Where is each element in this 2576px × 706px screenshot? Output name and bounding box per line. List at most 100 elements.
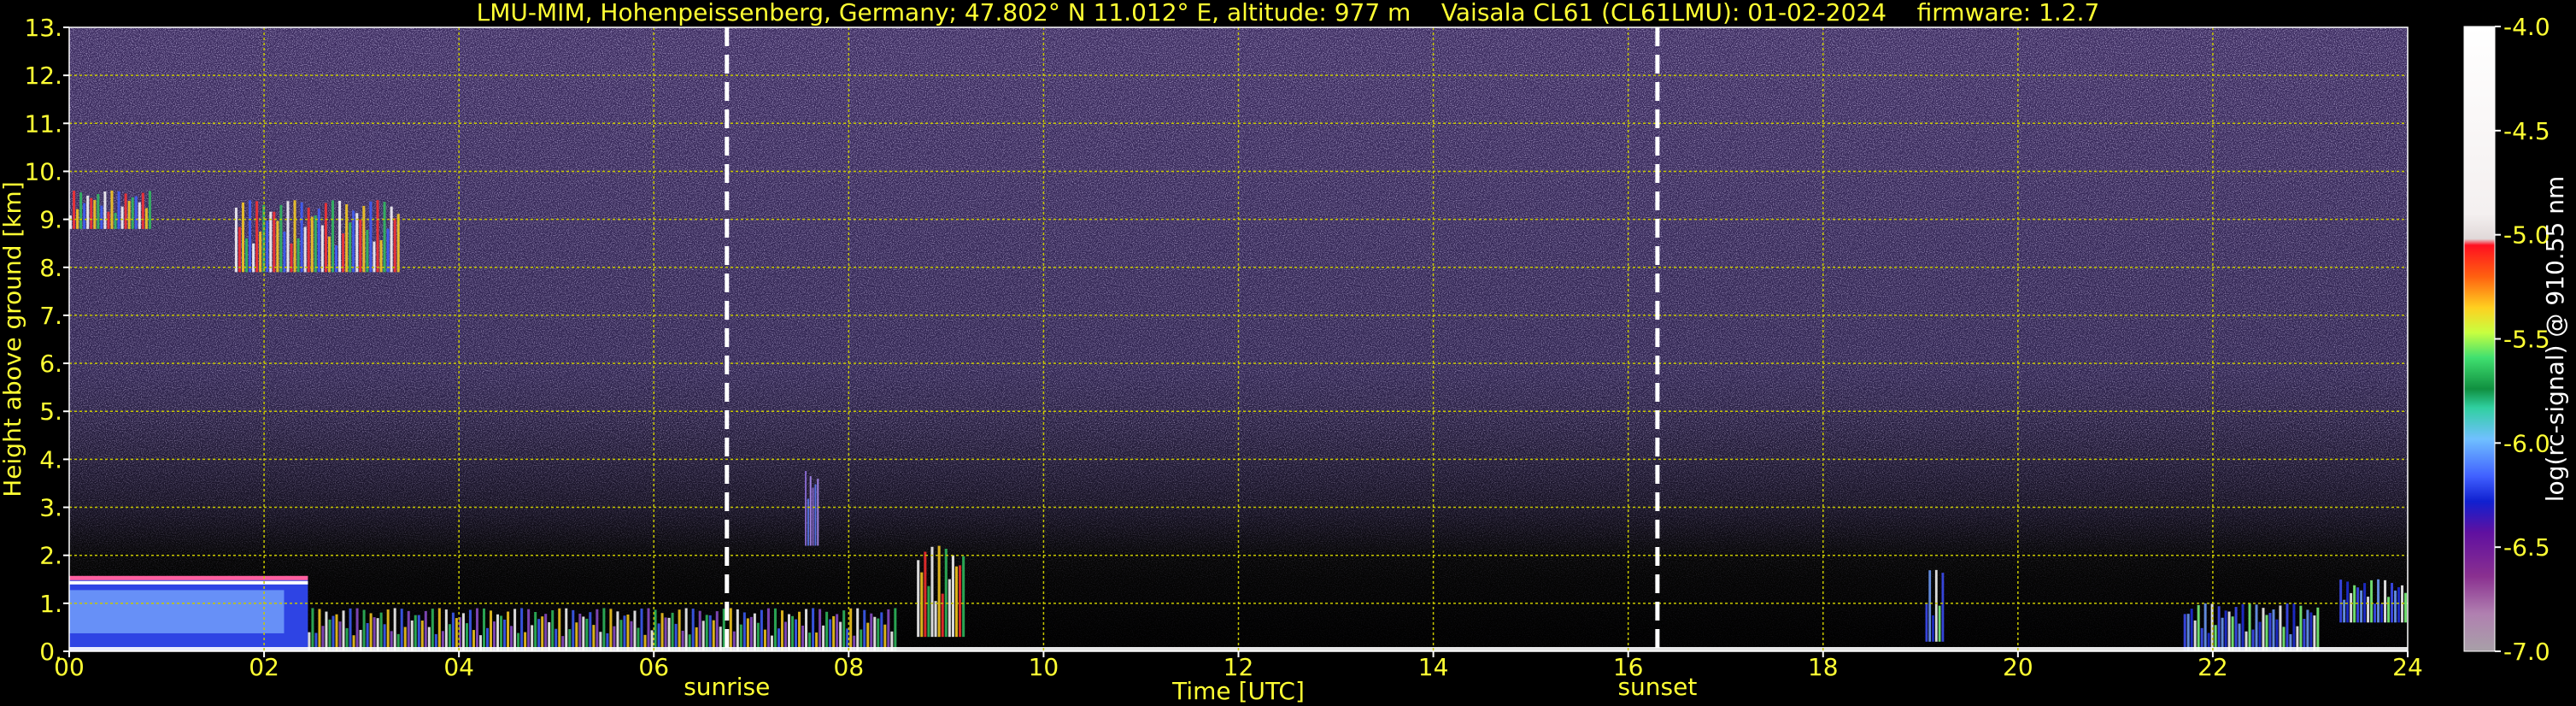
feature-stripe	[324, 203, 327, 273]
feature-stripe	[927, 585, 930, 638]
feature-stripe	[437, 608, 441, 651]
feature-stripe	[2370, 580, 2374, 623]
feature-stripe	[400, 609, 403, 651]
feature-stripe	[630, 621, 633, 651]
feature-stripe	[424, 610, 427, 651]
feature-stripe	[259, 231, 262, 273]
feature-stripe	[705, 615, 708, 651]
feature-stripe	[2272, 609, 2275, 651]
feature-stripe	[120, 206, 124, 229]
feature-stripe	[307, 207, 310, 273]
feature-stripe	[379, 612, 383, 651]
cloud-top-bright	[69, 580, 308, 585]
feature-stripe	[805, 471, 807, 546]
feature-low-cloud	[69, 575, 308, 651]
colorbar-tick-label: -4.5	[2503, 117, 2550, 145]
feature-stripe	[839, 621, 842, 651]
feature-stripe	[366, 229, 369, 273]
x-tick-label: 16	[1613, 653, 1644, 681]
feature-stripe	[609, 609, 613, 651]
feature-stripe	[468, 609, 472, 651]
feature-stripe	[2377, 579, 2380, 623]
feature-stripe	[417, 615, 420, 651]
feature-stripe	[273, 211, 276, 273]
feature-stripe	[2186, 614, 2190, 651]
feature-stripe	[944, 549, 948, 638]
y-tick-label: 6.	[39, 350, 62, 378]
feature-stripe	[798, 611, 801, 651]
feature-stripe	[2397, 587, 2401, 623]
feature-stripe	[2203, 603, 2207, 651]
feature-stripe	[249, 200, 252, 273]
x-tick-label: 18	[1808, 653, 1839, 681]
feature-stripe	[842, 610, 846, 651]
feature-stripe	[2299, 605, 2303, 651]
backscatter-chart: sunrise sunset 00 02 04 06 08 10 12 14 16 18 20 22 24…	[0, 13, 2569, 705]
feature-stripe	[103, 191, 107, 229]
feature-stripe	[2404, 592, 2407, 623]
feature-stripe	[303, 227, 307, 273]
colorbar-tick-label: -4.0	[2503, 13, 2550, 41]
feature-stripe	[924, 551, 927, 638]
feature-stripe	[444, 609, 448, 651]
feature-stripe	[393, 608, 396, 651]
y-tick-label: 12.	[24, 62, 62, 90]
feature-stripe	[148, 191, 151, 229]
colorbar-tick-label: -7.0	[2503, 638, 2550, 666]
feature-stripe	[107, 211, 110, 229]
feature-stripe	[537, 619, 541, 651]
feature-stripe	[2268, 613, 2272, 651]
feature-stripe	[420, 621, 424, 651]
feature-stripe	[691, 609, 695, 651]
feature-stripe	[660, 613, 664, 651]
feature-stripe	[619, 620, 623, 651]
feature-stripe	[541, 616, 544, 651]
feature-stripe	[1925, 603, 1928, 642]
feature-stripe	[1938, 605, 1941, 642]
feature-stripe	[2234, 607, 2238, 651]
feature-stripe	[2353, 585, 2356, 623]
feature-stripe	[548, 621, 551, 651]
feature-stripe	[310, 216, 314, 273]
feature-stripe	[877, 618, 880, 651]
feature-stripe	[327, 236, 331, 273]
feature-stripe	[602, 608, 606, 651]
feature-stripe	[633, 610, 637, 651]
feature-stripe	[962, 556, 965, 638]
y-tick-label: 3.	[39, 494, 62, 522]
feature-stripe	[1932, 615, 1934, 642]
colorbar-tick-label: -6.5	[2503, 533, 2550, 562]
feature-stripe	[390, 206, 393, 273]
feature-stripe	[2309, 612, 2313, 651]
feature-stripe	[829, 619, 832, 651]
feature-stripe	[355, 608, 359, 651]
feature-stripe	[110, 190, 114, 229]
x-tick-label: 14	[1418, 653, 1449, 681]
feature-stripe	[328, 619, 332, 651]
x-tick-label: 08	[834, 653, 865, 681]
feature-stripe	[807, 498, 809, 546]
feature-stripe	[948, 579, 951, 638]
feature-stripe	[2193, 620, 2197, 651]
feature-stripe	[318, 609, 321, 651]
feature-stripe	[493, 621, 496, 651]
feature-stripe	[93, 200, 97, 229]
feature-stripe	[760, 609, 763, 651]
feature-stripe	[234, 207, 238, 273]
feature-stripe	[97, 194, 100, 229]
feature-stripe	[90, 197, 93, 229]
feature-stripe	[596, 609, 599, 651]
feature-stripe	[117, 191, 120, 229]
feature-stripe	[2265, 615, 2268, 651]
feature-stripe	[2363, 583, 2367, 623]
feature-stripe	[616, 611, 619, 651]
feature-stripe	[2221, 617, 2224, 651]
feature-stripe	[2360, 590, 2363, 623]
feature-stripe	[870, 613, 873, 651]
feature-stripe	[73, 191, 76, 229]
feature-stripe	[825, 611, 829, 651]
feature-stripe	[490, 610, 493, 651]
feature-stripe	[2343, 599, 2346, 623]
feature-stripe	[362, 205, 366, 273]
feature-stripe	[2275, 619, 2279, 651]
